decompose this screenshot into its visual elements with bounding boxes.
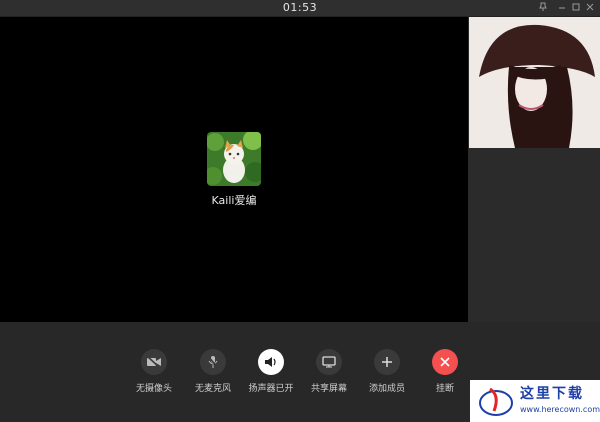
title-bar: 01:53 — [0, 0, 600, 17]
plus-icon — [374, 349, 400, 375]
avatar — [207, 132, 261, 186]
call-timer: 01:53 — [282, 1, 318, 14]
close-icon — [432, 349, 458, 375]
participant-name: Kaili爱编 — [211, 194, 257, 207]
participant-thumbnail[interactable] — [469, 17, 600, 148]
watermark-logo — [479, 387, 513, 416]
pin-icon[interactable] — [537, 2, 549, 14]
speaker-icon — [258, 349, 284, 375]
maximize-icon[interactable] — [570, 2, 582, 14]
video-off-icon — [141, 349, 167, 375]
watermark-text: 这里下载 — [520, 386, 584, 402]
close-icon[interactable] — [584, 2, 596, 14]
minimize-icon[interactable] — [556, 2, 568, 14]
watermark-url: www.herecown.com — [520, 405, 600, 414]
mic-off-icon — [200, 349, 226, 375]
monitor-icon — [316, 349, 342, 375]
